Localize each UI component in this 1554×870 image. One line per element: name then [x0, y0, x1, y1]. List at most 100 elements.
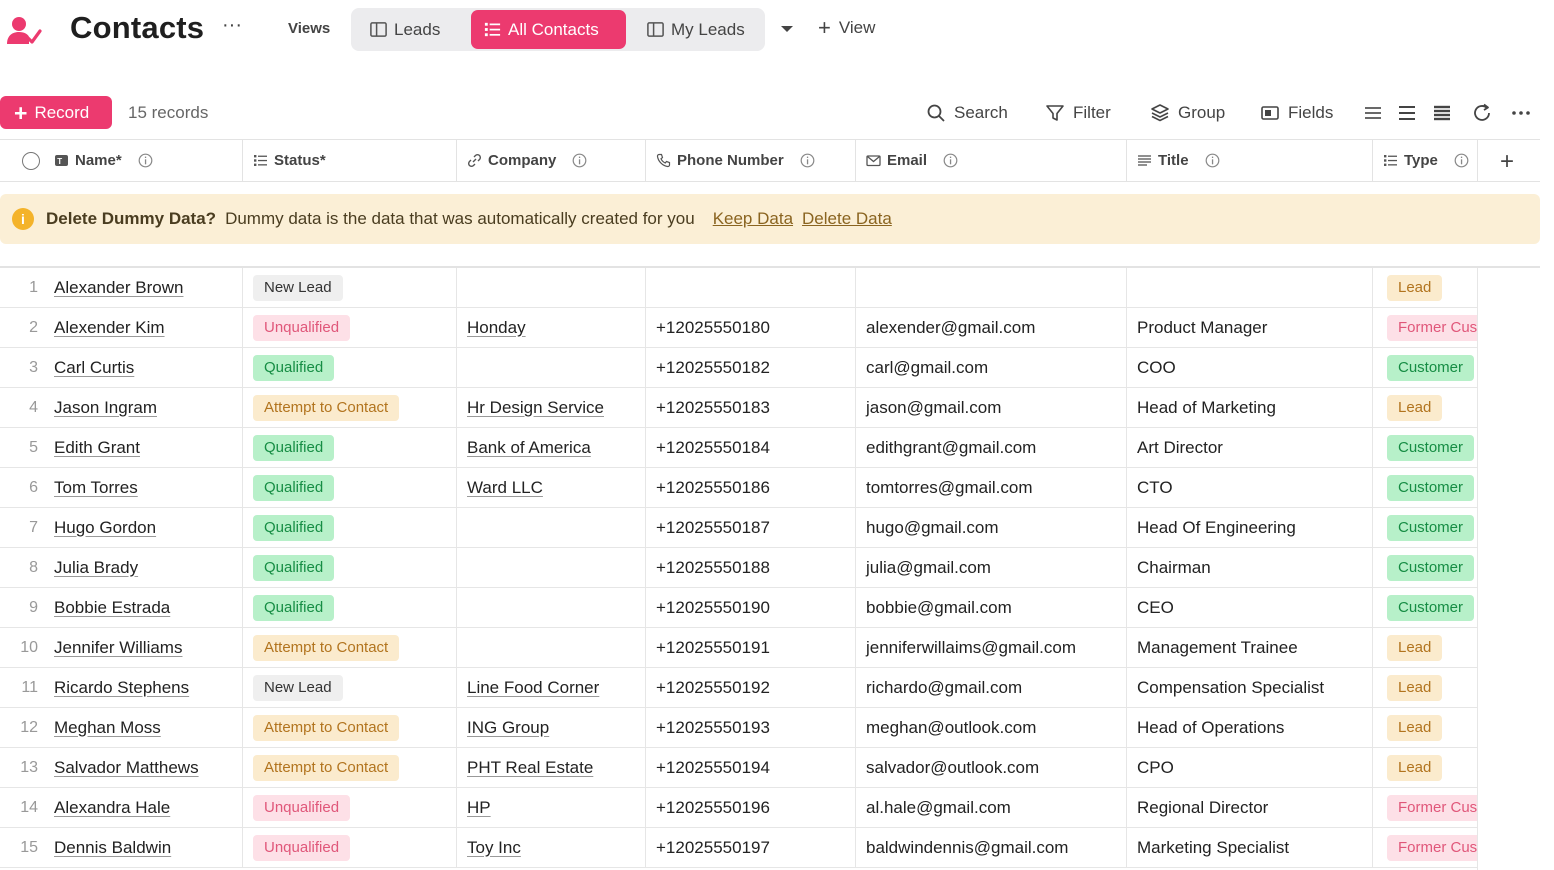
- type-cell[interactable]: Lead: [1373, 388, 1478, 427]
- status-cell[interactable]: Attempt to Contact: [243, 628, 457, 667]
- info-icon[interactable]: [800, 153, 815, 168]
- email-cell[interactable]: julia@gmail.com: [856, 548, 1127, 587]
- title-cell[interactable]: Product Manager: [1127, 308, 1373, 347]
- name-cell[interactable]: Carl Curtis: [44, 348, 243, 387]
- tab-all-contacts[interactable]: All Contacts: [471, 10, 626, 49]
- table-row[interactable]: 11 Ricardo Stephens New Lead Line Food Corn…: [0, 668, 1478, 708]
- fields-button[interactable]: Fields: [1260, 101, 1333, 125]
- status-cell[interactable]: Attempt to Contact: [243, 748, 457, 787]
- company-cell[interactable]: Hr Design Service: [457, 388, 646, 427]
- type-cell[interactable]: Former Customer: [1373, 308, 1478, 347]
- status-cell[interactable]: Unqualified: [243, 828, 457, 867]
- name-cell[interactable]: Alexander Brown: [44, 268, 243, 307]
- status-cell[interactable]: Qualified: [243, 468, 457, 507]
- status-cell[interactable]: Qualified: [243, 548, 457, 587]
- add-column-button[interactable]: +: [1500, 148, 1514, 176]
- phone-cell[interactable]: +12025550180: [646, 308, 856, 347]
- table-row[interactable]: 7 Hugo Gordon Qualified +12025550187 hugo@gm…: [0, 508, 1478, 548]
- type-cell[interactable]: Former Customer: [1373, 788, 1478, 827]
- title-cell[interactable]: Head Of Engineering: [1127, 508, 1373, 547]
- phone-cell[interactable]: +12025550183: [646, 388, 856, 427]
- email-cell[interactable]: hugo@gmail.com: [856, 508, 1127, 547]
- company-cell[interactable]: [457, 628, 646, 667]
- keep-data-link[interactable]: Keep Data: [713, 209, 793, 229]
- company-cell[interactable]: Ward LLC: [457, 468, 646, 507]
- table-row[interactable]: 8 Julia Brady Qualified +12025550188 julia@g…: [0, 548, 1478, 588]
- email-cell[interactable]: carl@gmail.com: [856, 348, 1127, 387]
- info-icon[interactable]: [1205, 153, 1220, 168]
- delete-data-link[interactable]: Delete Data: [802, 209, 892, 229]
- table-row[interactable]: 12 Meghan Moss Attempt to Contact ING Group…: [0, 708, 1478, 748]
- company-cell[interactable]: [457, 268, 646, 307]
- type-cell[interactable]: Customer: [1373, 468, 1478, 507]
- title-cell[interactable]: CTO: [1127, 468, 1373, 507]
- title-cell[interactable]: [1127, 268, 1373, 307]
- column-header-company[interactable]: Company: [457, 140, 646, 181]
- column-header-email[interactable]: Email: [856, 140, 1127, 181]
- type-cell[interactable]: Customer: [1373, 508, 1478, 547]
- phone-cell[interactable]: +12025550184: [646, 428, 856, 467]
- row-height-large-icon[interactable]: [1431, 102, 1453, 124]
- phone-cell[interactable]: +12025550194: [646, 748, 856, 787]
- email-cell[interactable]: salvador@outlook.com: [856, 748, 1127, 787]
- email-cell[interactable]: tomtorres@gmail.com: [856, 468, 1127, 507]
- title-cell[interactable]: CEO: [1127, 588, 1373, 627]
- table-row[interactable]: 5 Edith Grant Qualified Bank of America +120…: [0, 428, 1478, 468]
- info-icon[interactable]: [943, 153, 958, 168]
- info-icon[interactable]: [572, 153, 587, 168]
- name-cell[interactable]: Salvador Matthews: [44, 748, 243, 787]
- type-cell[interactable]: Customer: [1373, 428, 1478, 467]
- type-cell[interactable]: Lead: [1373, 268, 1478, 307]
- column-header-name[interactable]: T Name*: [44, 140, 243, 181]
- status-cell[interactable]: New Lead: [243, 668, 457, 707]
- email-cell[interactable]: al.hale@gmail.com: [856, 788, 1127, 827]
- title-cell[interactable]: Compensation Specialist: [1127, 668, 1373, 707]
- email-cell[interactable]: richardo@gmail.com: [856, 668, 1127, 707]
- name-cell[interactable]: Ricardo Stephens: [44, 668, 243, 707]
- status-cell[interactable]: New Lead: [243, 268, 457, 307]
- email-cell[interactable]: jenniferwillaims@gmail.com: [856, 628, 1127, 667]
- title-cell[interactable]: Chairman: [1127, 548, 1373, 587]
- type-cell[interactable]: Lead: [1373, 708, 1478, 747]
- phone-cell[interactable]: +12025550190: [646, 588, 856, 627]
- more-options-button[interactable]: ···: [222, 14, 242, 37]
- email-cell[interactable]: meghan@outlook.com: [856, 708, 1127, 747]
- email-cell[interactable]: [856, 268, 1127, 307]
- table-row[interactable]: 1 Alexander Brown New Lead Lead: [0, 268, 1478, 308]
- name-cell[interactable]: Tom Torres: [44, 468, 243, 507]
- title-cell[interactable]: Marketing Specialist: [1127, 828, 1373, 867]
- company-cell[interactable]: Toy Inc: [457, 828, 646, 867]
- type-cell[interactable]: Customer: [1373, 348, 1478, 387]
- row-height-medium-icon[interactable]: [1396, 102, 1418, 124]
- add-record-button[interactable]: + Record: [0, 96, 112, 129]
- phone-cell[interactable]: +12025550191: [646, 628, 856, 667]
- company-cell[interactable]: [457, 508, 646, 547]
- phone-cell[interactable]: +12025550187: [646, 508, 856, 547]
- title-cell[interactable]: CPO: [1127, 748, 1373, 787]
- type-cell[interactable]: Customer: [1373, 548, 1478, 587]
- title-cell[interactable]: COO: [1127, 348, 1373, 387]
- select-all-checkbox[interactable]: [22, 152, 40, 170]
- name-cell[interactable]: Alexandra Hale: [44, 788, 243, 827]
- table-row[interactable]: 15 Dennis Baldwin Unqualified Toy Inc +12025…: [0, 828, 1478, 868]
- name-cell[interactable]: Alexender Kim: [44, 308, 243, 347]
- name-cell[interactable]: Dennis Baldwin: [44, 828, 243, 867]
- name-cell[interactable]: Meghan Moss: [44, 708, 243, 747]
- column-header-type[interactable]: Type: [1373, 140, 1478, 181]
- add-view-button[interactable]: + View: [818, 17, 875, 39]
- status-cell[interactable]: Qualified: [243, 588, 457, 627]
- title-cell[interactable]: Head of Marketing: [1127, 388, 1373, 427]
- title-cell[interactable]: Management Trainee: [1127, 628, 1373, 667]
- phone-cell[interactable]: +12025550182: [646, 348, 856, 387]
- table-row[interactable]: 10 Jennifer Williams Attempt to Contact +12…: [0, 628, 1478, 668]
- title-cell[interactable]: Art Director: [1127, 428, 1373, 467]
- email-cell[interactable]: jason@gmail.com: [856, 388, 1127, 427]
- status-cell[interactable]: Unqualified: [243, 308, 457, 347]
- phone-cell[interactable]: [646, 268, 856, 307]
- company-cell[interactable]: PHT Real Estate: [457, 748, 646, 787]
- company-cell[interactable]: [457, 348, 646, 387]
- table-row[interactable]: 14 Alexandra Hale Unqualified HP +1202555019…: [0, 788, 1478, 828]
- table-row[interactable]: 3 Carl Curtis Qualified +12025550182 carl@gm…: [0, 348, 1478, 388]
- phone-cell[interactable]: +12025550186: [646, 468, 856, 507]
- table-row[interactable]: 9 Bobbie Estrada Qualified +12025550190 bobb…: [0, 588, 1478, 628]
